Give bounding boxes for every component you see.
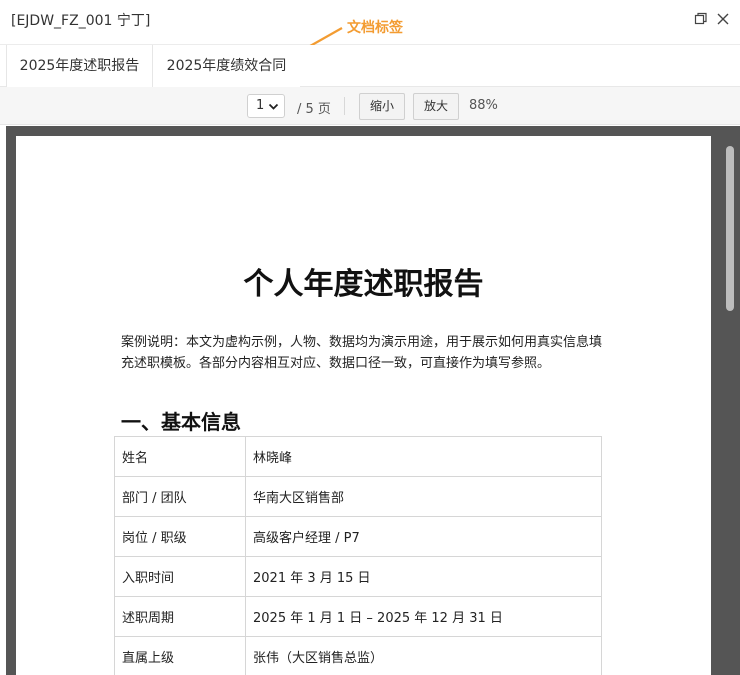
window-title: [EJDW_FZ_001 宁丁] xyxy=(11,13,151,29)
zoom-in-button[interactable]: 放大 xyxy=(413,93,459,120)
row-label: 岗位 / 职级 xyxy=(114,516,246,557)
zoom-level: 88% xyxy=(469,98,498,113)
document-title: 个人年度述职报告 xyxy=(243,267,484,302)
row-value: 2021 年 3 月 15 日 xyxy=(245,556,602,597)
document-viewer[interactable]: 个人年度述职报告 案例说明：本文为虚构示例，人物、数据均为演示用途，用于展示如何… xyxy=(6,126,740,675)
table-row: 部门 / 团队 华南大区销售部 xyxy=(114,476,602,517)
row-value: 林晓峰 xyxy=(245,436,602,477)
page-total: / 5 页 xyxy=(297,102,331,117)
table-row: 入职时间 2021 年 3 月 15 日 xyxy=(114,556,602,597)
tab-annual-report[interactable]: 2025年度述职报告 xyxy=(6,45,153,87)
restore-icon xyxy=(694,12,707,25)
chevron-down-icon xyxy=(268,103,279,110)
row-label: 直属上级 xyxy=(114,636,246,675)
pdf-toolbar: 1 / 5 页 缩小 放大 88% xyxy=(0,87,740,125)
table-row: 岗位 / 职级 高级客户经理 / P7 xyxy=(114,516,602,557)
row-label: 姓名 xyxy=(114,436,246,477)
vertical-scrollbar[interactable] xyxy=(721,126,740,675)
document-page: 个人年度述职报告 案例说明：本文为虚构示例，人物、数据均为演示用途，用于展示如何… xyxy=(16,136,711,675)
row-label: 入职时间 xyxy=(114,556,246,597)
row-label: 部门 / 团队 xyxy=(114,476,246,517)
row-value: 2025 年 1 月 1 日 – 2025 年 12 月 31 日 xyxy=(245,596,602,637)
page-number-select[interactable]: 1 xyxy=(247,94,285,118)
table-row: 姓名 林晓峰 xyxy=(114,436,602,477)
row-label: 述职周期 xyxy=(114,596,246,637)
table-row: 述职周期 2025 年 1 月 1 日 – 2025 年 12 月 31 日 xyxy=(114,596,602,637)
zoom-out-button[interactable]: 缩小 xyxy=(359,93,405,120)
row-value: 张伟（大区销售总监） xyxy=(245,636,602,675)
scrollbar-thumb[interactable] xyxy=(726,146,734,311)
section-heading: 一、基本信息 xyxy=(121,410,241,434)
close-icon xyxy=(717,13,729,25)
row-value: 华南大区销售部 xyxy=(245,476,602,517)
annotation-label: 文档标签 xyxy=(347,20,403,36)
row-value: 高级客户经理 / P7 xyxy=(245,516,602,557)
page-number-value: 1 xyxy=(256,98,265,113)
tab-performance-contract[interactable]: 2025年度绩效合同 xyxy=(153,45,300,87)
basic-info-table: 姓名 林晓峰 部门 / 团队 华南大区销售部 岗位 / 职级 高级客户经理 / … xyxy=(114,436,602,675)
restore-window-button[interactable] xyxy=(692,10,710,28)
intro-paragraph: 案例说明：本文为虚构示例，人物、数据均为演示用途，用于展示如何用真实信息填充述职… xyxy=(121,335,603,371)
close-window-button[interactable] xyxy=(714,10,732,28)
toolbar-divider xyxy=(344,97,345,115)
document-tabs: 2025年度述职报告 2025年度绩效合同 xyxy=(0,45,740,87)
table-row: 直属上级 张伟（大区销售总监） xyxy=(114,636,602,675)
